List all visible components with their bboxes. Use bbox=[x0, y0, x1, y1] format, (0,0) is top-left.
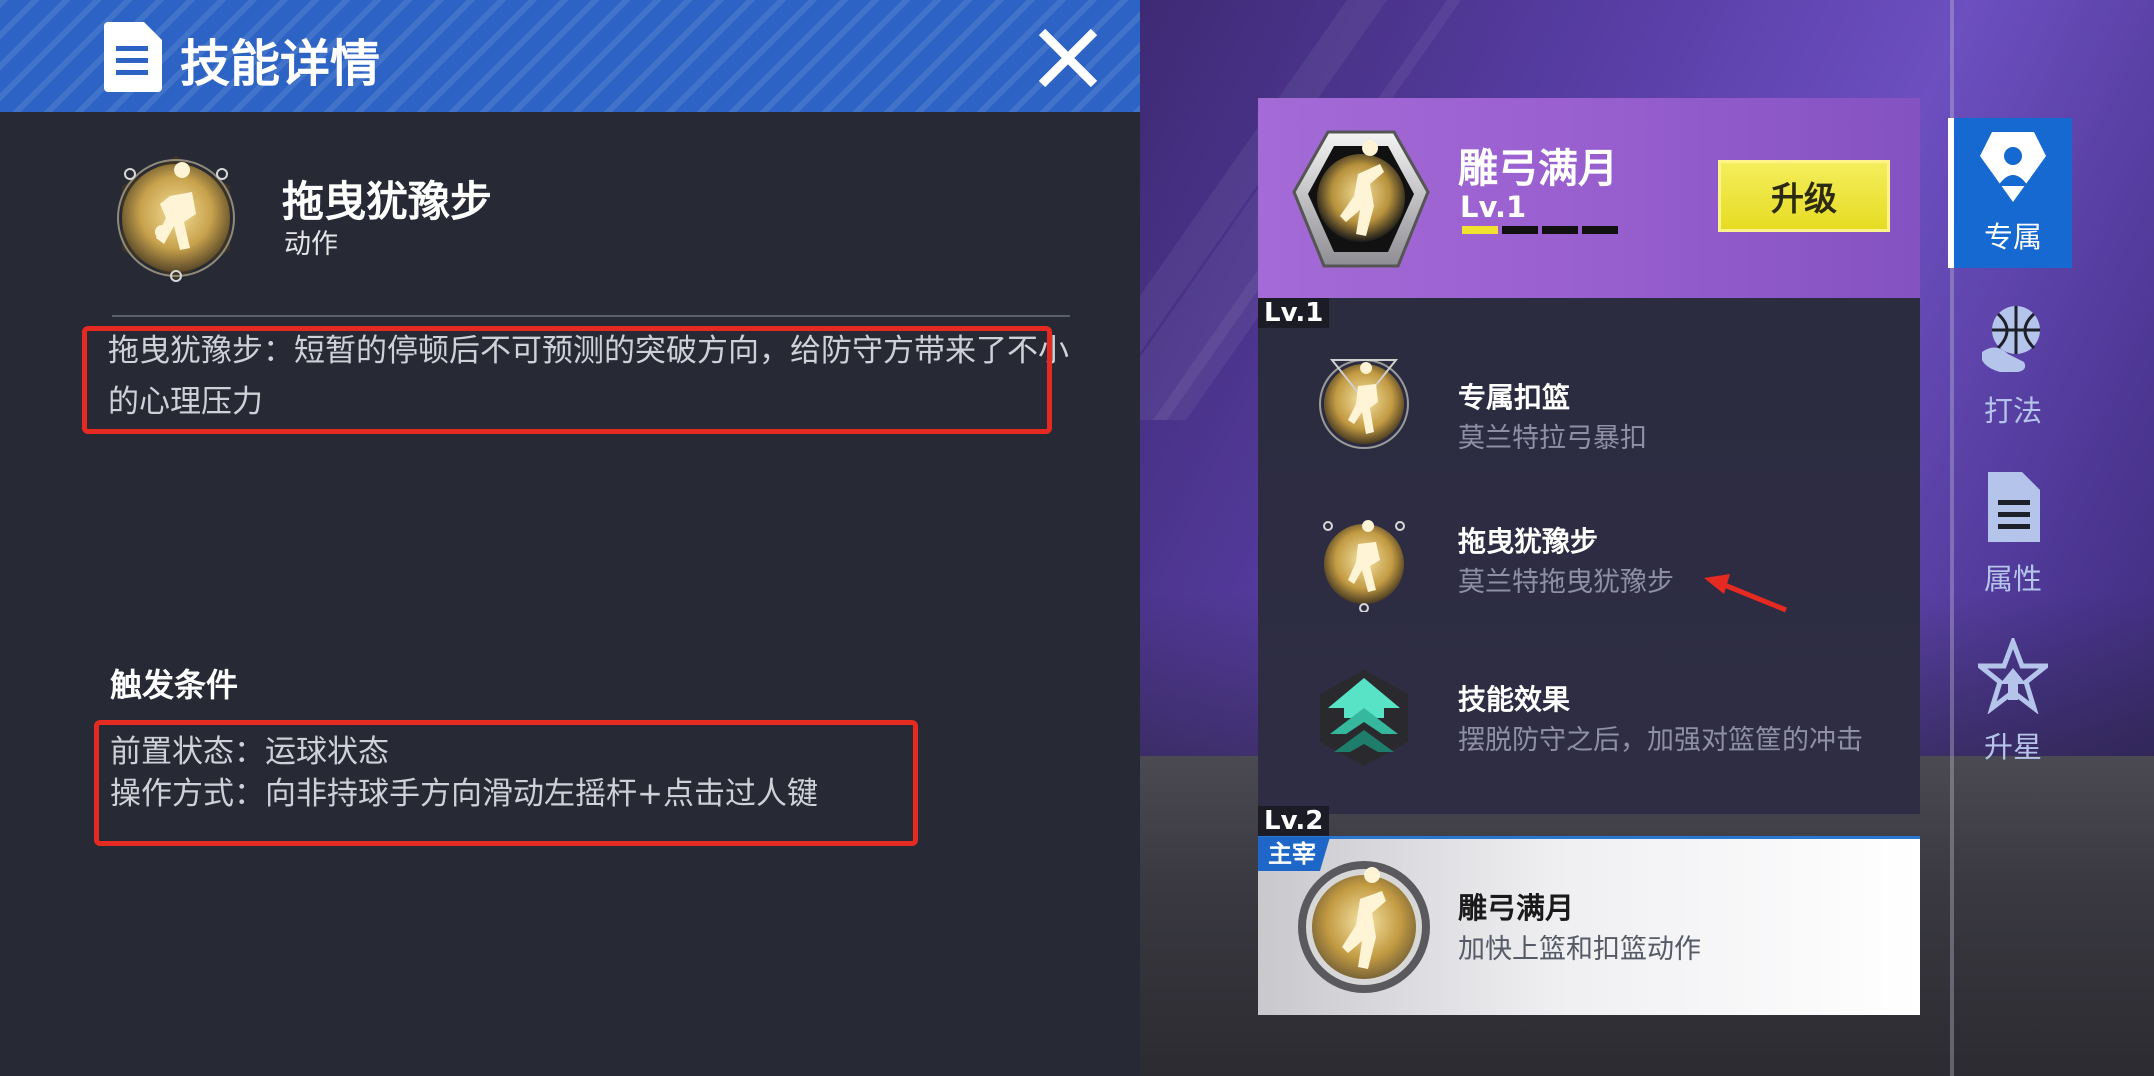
list-item-skill-effect[interactable]: 技能效果 摆脱防守之后，加强对篮筐的冲击 bbox=[1258, 648, 1920, 798]
tab-exclusive[interactable]: 专属 bbox=[1948, 118, 2072, 268]
mastery-name: 雕弓满月 bbox=[1458, 891, 1575, 925]
list-item-desc: 莫兰特拖曳犹豫步 bbox=[1458, 567, 1674, 598]
boost-chevron-icon bbox=[1320, 670, 1408, 766]
detail-header: 技能详情 bbox=[0, 0, 1140, 112]
document-icon bbox=[1988, 472, 2040, 542]
highlight-box-description bbox=[82, 326, 1052, 434]
player-badge-icon bbox=[1980, 132, 2046, 202]
close-icon bbox=[1038, 28, 1098, 88]
list-item-desc: 莫兰特拉弓暴扣 bbox=[1458, 423, 1647, 454]
mastery-desc: 加快上篮和扣篮动作 bbox=[1458, 934, 1701, 965]
skill-detail-panel: 技能详情 拖曳犹豫步 动作 拖曳犹豫步：短暂的停顿后不可预测的突破方向，给防守方… bbox=[0, 0, 1140, 1076]
main-skill-header: 雕弓满月 Lv.1 升级 bbox=[1258, 98, 1920, 298]
list-item-desc: 摆脱防守之后，加强对篮筐的冲击 bbox=[1458, 725, 1863, 756]
list-item-exclusive-dunk[interactable]: 专属扣篮 莫兰特拉弓暴扣 bbox=[1258, 338, 1920, 488]
tab-label: 专属 bbox=[1983, 220, 2042, 254]
list-item-hesitation-step[interactable]: 拖曳犹豫步 莫兰特拖曳犹豫步 bbox=[1258, 498, 1920, 648]
level-segment bbox=[1502, 226, 1538, 234]
player-emblem-icon bbox=[1292, 130, 1430, 268]
list-item-title: 拖曳犹豫步 bbox=[1458, 525, 1599, 558]
dribble-emblem-icon bbox=[117, 156, 235, 282]
document-icon bbox=[104, 22, 162, 92]
level-segment bbox=[1542, 226, 1578, 234]
skill-name: 拖曳犹豫步 bbox=[282, 177, 493, 226]
tab-attributes[interactable]: 属性 bbox=[1954, 460, 2072, 610]
dunk-emblem-icon bbox=[1319, 359, 1409, 449]
main-skill-name: 雕弓满月 bbox=[1458, 146, 1618, 192]
red-arrow-icon bbox=[1704, 574, 1787, 613]
player-emblem-icon bbox=[1298, 861, 1430, 993]
page-title: 技能详情 bbox=[180, 35, 380, 93]
skill-list: Lv.1 专属扣篮 莫兰特拉弓暴扣 拖曳犹豫步 莫兰特拖曳犹豫步 技能效果 摆脱… bbox=[1258, 298, 1920, 836]
skill-type: 动作 bbox=[284, 229, 338, 260]
level-tag: Lv.1 bbox=[1258, 298, 1330, 328]
dribble-emblem-icon bbox=[1323, 520, 1405, 612]
tab-star-up[interactable]: 升星 bbox=[1954, 628, 2072, 778]
list-item-mastery[interactable]: 主宰 雕弓满月 加快上篮和扣篮动作 bbox=[1258, 836, 1920, 1015]
level-tag: Lv.2 bbox=[1258, 806, 1330, 836]
level-segment bbox=[1582, 226, 1618, 234]
tab-label: 升星 bbox=[1983, 730, 2042, 764]
trigger-heading: 触发条件 bbox=[110, 666, 239, 704]
highlight-box-trigger bbox=[94, 720, 918, 846]
main-skill-level: Lv.1 bbox=[1460, 190, 1527, 224]
divider bbox=[112, 315, 1070, 317]
list-item-title: 技能效果 bbox=[1458, 683, 1571, 716]
level-segment-filled bbox=[1462, 226, 1498, 234]
tab-playstyle[interactable]: 打法 bbox=[1954, 292, 2072, 442]
list-item-title: 专属扣篮 bbox=[1458, 381, 1571, 414]
close-button[interactable] bbox=[1030, 24, 1106, 92]
star-icon bbox=[1978, 638, 2048, 714]
basketball-hand-icon bbox=[1982, 306, 2040, 372]
tab-label: 属性 bbox=[1983, 562, 2042, 596]
tab-label: 打法 bbox=[1983, 394, 2042, 428]
upgrade-button[interactable]: 升级 bbox=[1718, 160, 1890, 232]
